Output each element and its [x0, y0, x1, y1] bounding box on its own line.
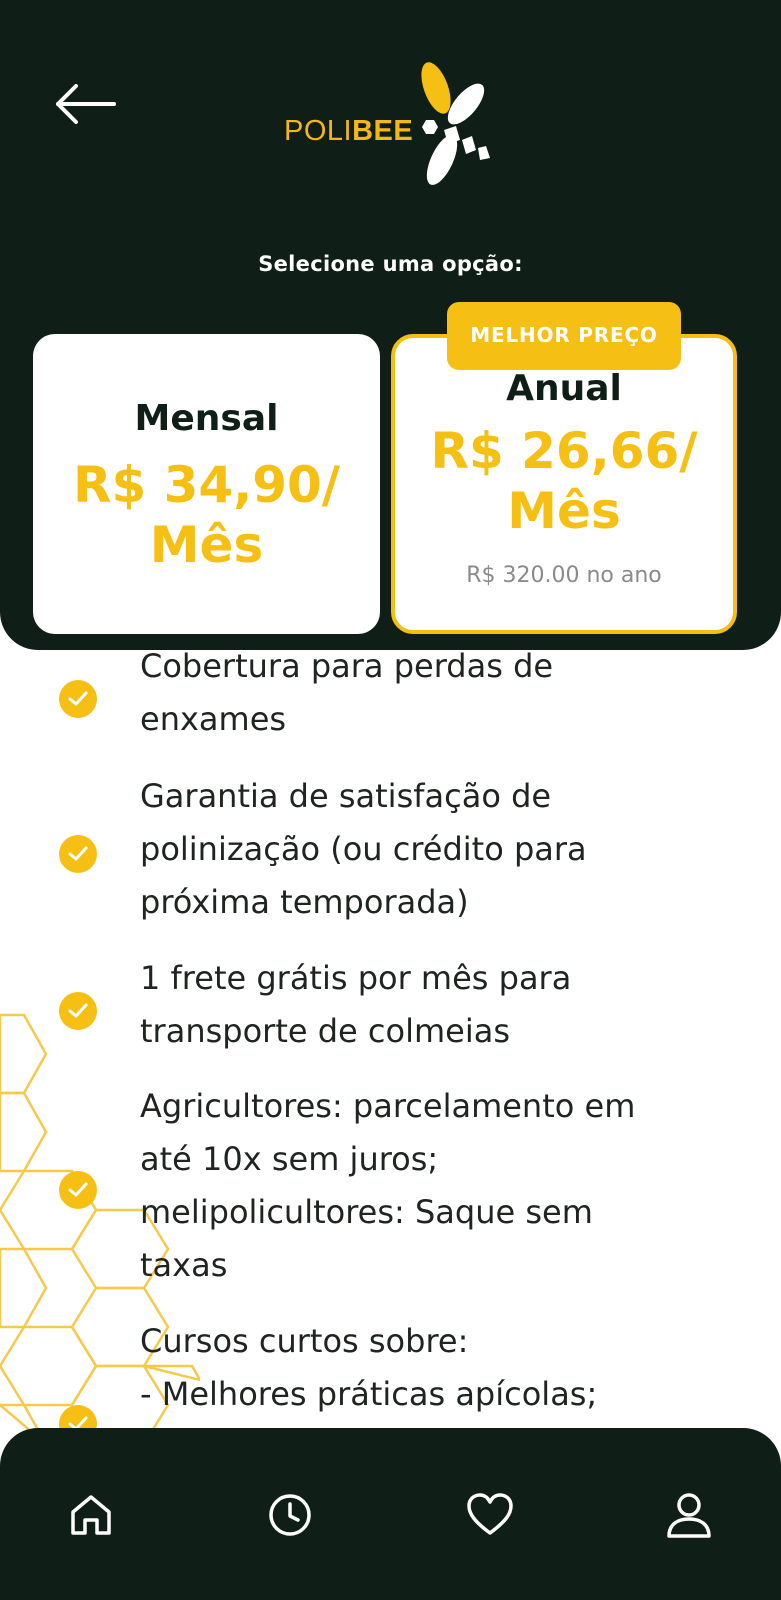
benefit-text: Cobertura para perdas de enxames — [140, 647, 554, 738]
nav-profile[interactable] — [664, 1490, 714, 1540]
check-icon — [59, 1171, 97, 1209]
annual-plan-card[interactable]: Anual R$ 26,66/ Mês R$ 320.00 no ano — [391, 334, 737, 634]
home-icon — [71, 1495, 111, 1535]
select-option-prompt: Selecione uma opção: — [258, 252, 523, 276]
benefit-text: 1 frete grátis por mês para transporte d… — [140, 959, 572, 1050]
monthly-plan-card[interactable]: Mensal R$ 34,90/ Mês — [33, 334, 380, 634]
plan-price-period: Mês — [149, 516, 264, 574]
bee-logo-icon — [421, 62, 490, 185]
plan-price-amount: R$ 26,66/ — [430, 422, 698, 480]
check-icon — [59, 992, 97, 1030]
logo-text: POLIBEE — [284, 115, 414, 147]
plan-name: Anual — [506, 368, 622, 409]
plan-name: Mensal — [134, 398, 279, 439]
clock-icon — [269, 1494, 311, 1536]
annual-total-note: R$ 320.00 no ano — [466, 563, 662, 588]
check-icon — [59, 835, 97, 873]
benefit-text: Cursos curtos sobre: - Melhores práticas… — [140, 1322, 598, 1413]
arrow-left-icon — [56, 84, 116, 124]
plan-price-amount: R$ 34,90/ — [72, 456, 341, 514]
bottom-navigation — [0, 1428, 781, 1600]
best-price-badge: MELHOR PREÇO — [447, 302, 681, 370]
nav-favorites[interactable] — [465, 1490, 515, 1540]
plan-price-period: Mês — [507, 482, 621, 540]
benefit-text: Agricultores: parcelamento em até 10x se… — [140, 1087, 636, 1284]
user-icon — [667, 1493, 711, 1538]
check-icon — [59, 680, 97, 718]
nav-history[interactable] — [265, 1490, 315, 1540]
benefit-text: Garantia de satisfação de polinização (o… — [140, 777, 587, 921]
polibee-logo: POLIBEE — [280, 60, 510, 200]
heart-icon — [467, 1493, 513, 1535]
plan-header: POLIBEE Selecione uma opção: Mensal R$ 3… — [0, 0, 781, 650]
back-button[interactable] — [50, 80, 122, 128]
nav-home[interactable] — [66, 1490, 116, 1540]
